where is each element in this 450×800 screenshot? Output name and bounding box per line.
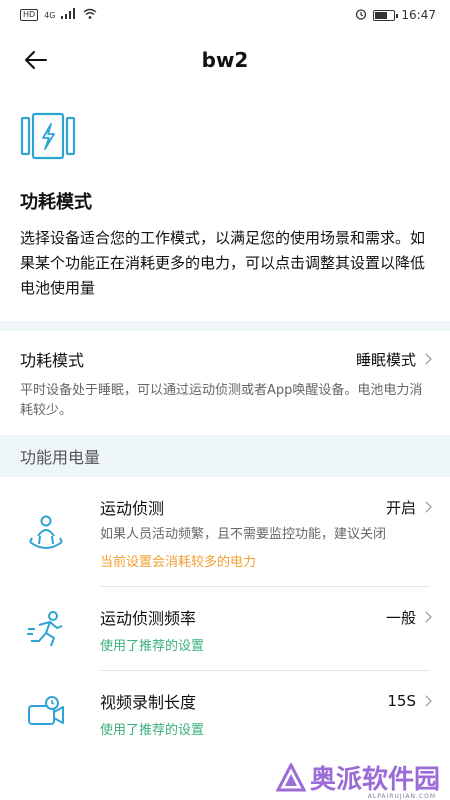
power-mode-label: 功耗模式: [20, 351, 85, 370]
running-person-icon: [20, 587, 100, 671]
feature-name: 视频录制长度: [100, 693, 197, 712]
page-title: bw2: [201, 48, 249, 72]
feature-motion-frequency[interactable]: 运动侦测频率 一般 使用了推荐的设置: [0, 587, 450, 671]
power-mode-value: 睡眠模式: [355, 350, 416, 369]
arrow-left-icon: [25, 51, 47, 69]
chevron-right-icon: [420, 353, 432, 365]
alarm-icon: [355, 8, 367, 23]
feature-warning: 当前设置会消耗较多的电力: [100, 555, 257, 570]
signal-icon: [61, 8, 77, 22]
app-header: bw2: [0, 30, 450, 90]
feature-value: 一般: [385, 608, 416, 627]
section-title: 功能用电量: [20, 448, 101, 467]
battery-icon: [373, 9, 399, 21]
hd-badge: HD: [20, 9, 39, 21]
feature-value-wrap: 15S: [387, 692, 432, 710]
clock: 16:47: [401, 8, 436, 22]
network-label: 4G: [44, 10, 56, 20]
intro-description: 选择设备适合您的工作模式，以满足您的使用场景和需求。如果某个功能正在消耗更多的电…: [20, 229, 426, 297]
watermark-text: 奥派软件园: [309, 765, 440, 795]
chevron-right-icon: [420, 501, 432, 513]
video-camera-icon: [20, 671, 100, 754]
feature-description: 如果人员活动频繁，且不需要监控功能，建议关闭: [100, 527, 387, 542]
chevron-right-icon: [420, 695, 432, 707]
watermark-subtext: ALPAIRUJIAN.COM: [367, 793, 436, 800]
feature-status: 使用了推荐的设置: [100, 723, 205, 738]
feature-value: 开启: [385, 498, 416, 517]
section-divider: [0, 321, 450, 331]
feature-status: 使用了推荐的设置: [100, 639, 205, 654]
section-header: 功能用电量: [0, 435, 450, 477]
battery-power-icon: [20, 112, 76, 160]
chevron-right-icon: [420, 611, 432, 623]
power-mode-setting[interactable]: 功耗模式 睡眠模式 平时设备处于睡眠，可以通过运动侦测或者App唤醒设备。电池电…: [0, 331, 450, 435]
power-mode-description: 平时设备处于睡眠，可以通过运动侦测或者App唤醒设备。电池电力消耗较少。: [20, 383, 423, 418]
watermark-logo: 奥派软件园 ALPAIRUJIAN.COM: [275, 759, 440, 800]
back-button[interactable]: [22, 46, 50, 74]
status-bar: HD 4G 16:47: [0, 0, 450, 30]
feature-value-wrap: 一般: [385, 607, 432, 628]
motion-detection-icon: [20, 477, 100, 587]
feature-name: 运动侦测频率: [100, 609, 197, 628]
feature-value: 15S: [387, 692, 416, 710]
power-mode-value-wrap: 睡眠模式: [355, 349, 432, 370]
feature-name: 运动侦测: [100, 499, 165, 518]
wifi-icon: [83, 8, 97, 22]
feature-motion-detection[interactable]: 运动侦测 开启 如果人员活动频繁，且不需要监控功能，建议关闭 当前设置会消耗较多…: [0, 477, 450, 587]
triangle-logo-icon: [275, 762, 306, 791]
feature-video-length[interactable]: 视频录制长度 15S 使用了推荐的设置: [0, 671, 450, 754]
intro-title: 功耗模式: [20, 192, 92, 213]
feature-value-wrap: 开启: [385, 497, 432, 518]
feature-list: 运动侦测 开启 如果人员活动频繁，且不需要监控功能，建议关闭 当前设置会消耗较多…: [0, 477, 450, 754]
